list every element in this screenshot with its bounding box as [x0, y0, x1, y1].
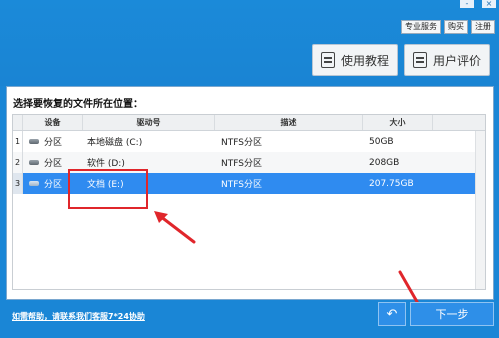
desc-cell: NTFS分区 — [221, 138, 262, 148]
next-step-label: 下一步 — [435, 308, 469, 321]
desc-cell: NTFS分区 — [221, 159, 262, 169]
col-drive-header[interactable]: 驱动号 — [83, 115, 215, 130]
col-num-header — [13, 115, 23, 130]
drive-cell: 本地磁盘 (C:) — [87, 138, 143, 148]
disk-icon — [29, 139, 39, 144]
row-number: 2 — [13, 152, 23, 173]
desc-cell: NTFS分区 — [221, 180, 262, 190]
table-header: 设备 驱动号 描述 大小 — [13, 115, 485, 131]
disk-icon — [29, 160, 39, 165]
next-step-button[interactable]: 下一步 — [410, 302, 494, 326]
device-label: 分区 — [44, 159, 63, 169]
col-size-header[interactable]: 大小 — [363, 115, 433, 130]
size-cell: 207.75GB — [369, 178, 414, 189]
col-device-header[interactable]: 设备 — [23, 115, 83, 130]
register-link[interactable]: 注册 — [471, 20, 495, 34]
app-header: - × 专业服务 购买 注册 使用教程 用户评价 — [0, 0, 499, 86]
close-button[interactable]: × — [482, 0, 496, 8]
row-number: 1 — [13, 131, 23, 152]
disk-icon — [29, 181, 39, 186]
document-icon — [321, 52, 335, 68]
device-label: 分区 — [44, 138, 63, 148]
tutorial-label: 使用教程 — [341, 53, 390, 68]
size-cell: 50GB — [369, 136, 394, 147]
device-label: 分区 — [44, 180, 63, 190]
table-row[interactable]: 1 分区 本地磁盘 (C:) NTFS分区 50GB — [13, 131, 485, 152]
buy-link[interactable]: 购买 — [444, 20, 468, 34]
prompt-text: 选择要恢复的文件所在位置： — [13, 99, 143, 110]
top-links: 专业服务 购买 注册 — [401, 20, 495, 34]
row-number: 3 — [13, 173, 23, 194]
annotation-arrow-icon — [154, 211, 196, 244]
review-button[interactable]: 用户评价 — [404, 44, 491, 76]
back-arrow-icon: ↶ — [386, 306, 398, 322]
comment-icon — [413, 52, 427, 68]
device-cell: 分区 — [23, 131, 83, 152]
professional-service-link[interactable]: 专业服务 — [401, 20, 441, 34]
size-cell: 208GB — [369, 157, 400, 168]
table-scrollbar[interactable] — [475, 131, 485, 289]
back-button[interactable]: ↶ — [378, 302, 406, 326]
minimize-button[interactable]: - — [460, 0, 474, 8]
help-link[interactable]: 如需帮助，请联系我们客服7*24协助 — [12, 311, 145, 322]
annotation-box — [68, 169, 148, 209]
review-label: 用户评价 — [433, 53, 482, 68]
col-desc-header[interactable]: 描述 — [215, 115, 363, 130]
tutorial-button[interactable]: 使用教程 — [312, 44, 399, 76]
